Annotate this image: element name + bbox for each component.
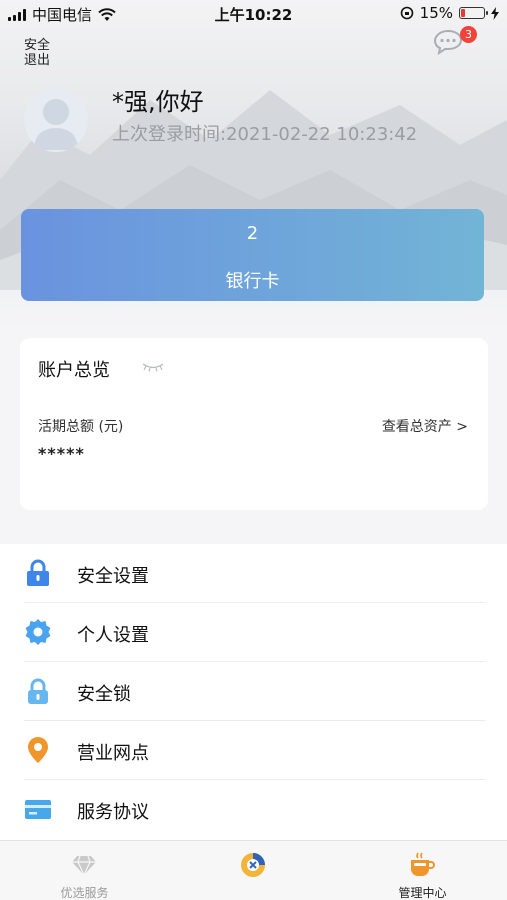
settings-menu: 安全设置 个人设置 安全锁 营业网点 服务协议 <box>0 544 507 840</box>
battery-icon <box>459 7 488 19</box>
card-icon <box>25 800 51 819</box>
gear-icon <box>25 619 51 645</box>
padlock-icon <box>28 678 48 704</box>
tab-bar: 优选服务 管理中心 <box>0 840 507 900</box>
menu-item-label: 安全设置 <box>77 566 149 587</box>
bank-card-label: 银行卡 <box>225 271 280 292</box>
logout-button[interactable]: 安全退出 <box>24 38 54 68</box>
bank-card-button[interactable]: 2 银行卡 <box>21 209 484 301</box>
menu-item-label: 服务协议 <box>77 802 149 823</box>
menu-item-label: 安全锁 <box>77 684 131 705</box>
bank-card-count: 2 <box>246 223 259 244</box>
diamond-icon <box>72 855 96 877</box>
menu-item-label: 个人设置 <box>77 625 149 646</box>
menu-item-security-lock[interactable]: 安全锁 <box>0 662 507 721</box>
menu-item-personal-settings[interactable]: 个人设置 <box>0 603 507 662</box>
tab-label: 管理中心 <box>398 886 447 900</box>
last-login-text: 上次登录时间:2021-02-22 10:23:42 <box>112 124 418 145</box>
message-badge: 3 <box>460 26 477 43</box>
tab-preferred-services[interactable]: 优选服务 <box>0 841 169 900</box>
battery-percent: 15% <box>419 4 453 22</box>
eye-closed-icon[interactable] <box>142 362 164 372</box>
message-button[interactable]: 3 <box>432 26 477 58</box>
bank-logo-icon <box>241 853 265 877</box>
menu-item-label: 营业网点 <box>77 743 149 764</box>
user-icon <box>34 99 78 150</box>
coffee-cup-icon <box>411 852 435 876</box>
tab-home[interactable] <box>169 841 338 900</box>
tab-management-center[interactable]: 管理中心 <box>338 841 507 900</box>
lock-icon <box>27 559 49 586</box>
greeting-text: *强,你好 <box>112 88 204 116</box>
overview-title: 账户总览 <box>38 360 110 381</box>
avatar[interactable] <box>24 88 88 152</box>
orientation-lock-icon <box>400 6 413 20</box>
location-pin-icon <box>28 737 48 763</box>
tab-label: 优选服务 <box>60 886 109 900</box>
status-bar: 中国电信 上午10:22 15% <box>0 0 507 28</box>
charging-icon <box>491 6 499 20</box>
account-overview-card: 账户总览 活期总额 (元) 查看总资产 > ***** <box>20 338 488 510</box>
menu-item-security-settings[interactable]: 安全设置 <box>0 544 507 603</box>
view-total-assets-link[interactable]: 查看总资产 > <box>382 416 468 436</box>
current-balance-value: ***** <box>38 444 85 463</box>
current-balance-label: 活期总额 (元) <box>38 419 124 435</box>
menu-item-branches[interactable]: 营业网点 <box>0 721 507 780</box>
menu-item-service-agreement[interactable]: 服务协议 <box>0 780 507 839</box>
